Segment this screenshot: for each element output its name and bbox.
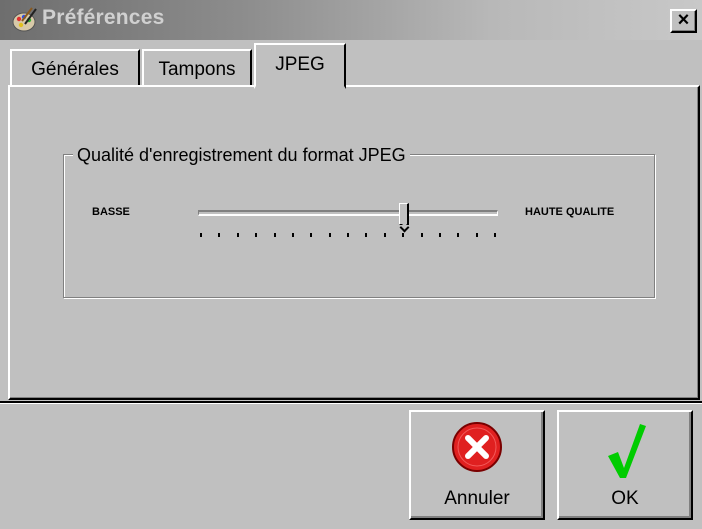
slider-tick [475,233,478,237]
close-icon: × [677,9,690,31]
low-quality-label: BASSE [92,206,130,218]
slider-tick [420,233,423,237]
group-title: Qualité d'enregistrement du format JPEG [73,145,410,165]
slider-tick [347,233,349,237]
slider-tick [273,233,276,237]
slider-tick [310,233,313,237]
slider-tick [438,233,441,237]
tab-jpeg[interactable]: JPEG [254,43,346,89]
slider-tick [328,233,331,237]
ok-button[interactable]: OK [557,410,693,520]
painter-palette-icon [12,7,37,32]
cancel-button[interactable]: Annuler [409,410,545,520]
slider-tick [291,233,294,237]
cancel-button-label: Annuler [444,488,510,509]
jpeg-quality-group [63,154,655,298]
tab-generales[interactable]: Générales [10,49,140,85]
slider-tick [218,233,221,237]
slider-tick [457,233,460,237]
button-bar-separator [0,401,702,404]
slider-tick [494,233,496,237]
slider-tick [383,233,386,237]
green-checkmark-icon [608,424,646,478]
close-button[interactable]: × [670,9,697,33]
quality-slider-thumb[interactable] [398,203,409,225]
ok-button-label: OK [611,488,639,509]
tab-tampons[interactable]: Tampons [142,49,252,85]
window-title: Préférences [42,6,165,29]
high-quality-label: HAUTE QUALITE [525,206,615,218]
title-bar[interactable]: Préférences × [0,0,702,40]
slider-tick [255,233,258,237]
slider-tick [402,233,405,237]
slider-tick [200,233,202,237]
preferences-dialog: Préférences × Générales Tampons JPEG Qua… [0,0,702,529]
quality-slider-track[interactable] [198,210,498,216]
slider-tick [365,233,368,237]
slider-tick [236,233,239,237]
red-x-circle-icon [452,422,502,472]
